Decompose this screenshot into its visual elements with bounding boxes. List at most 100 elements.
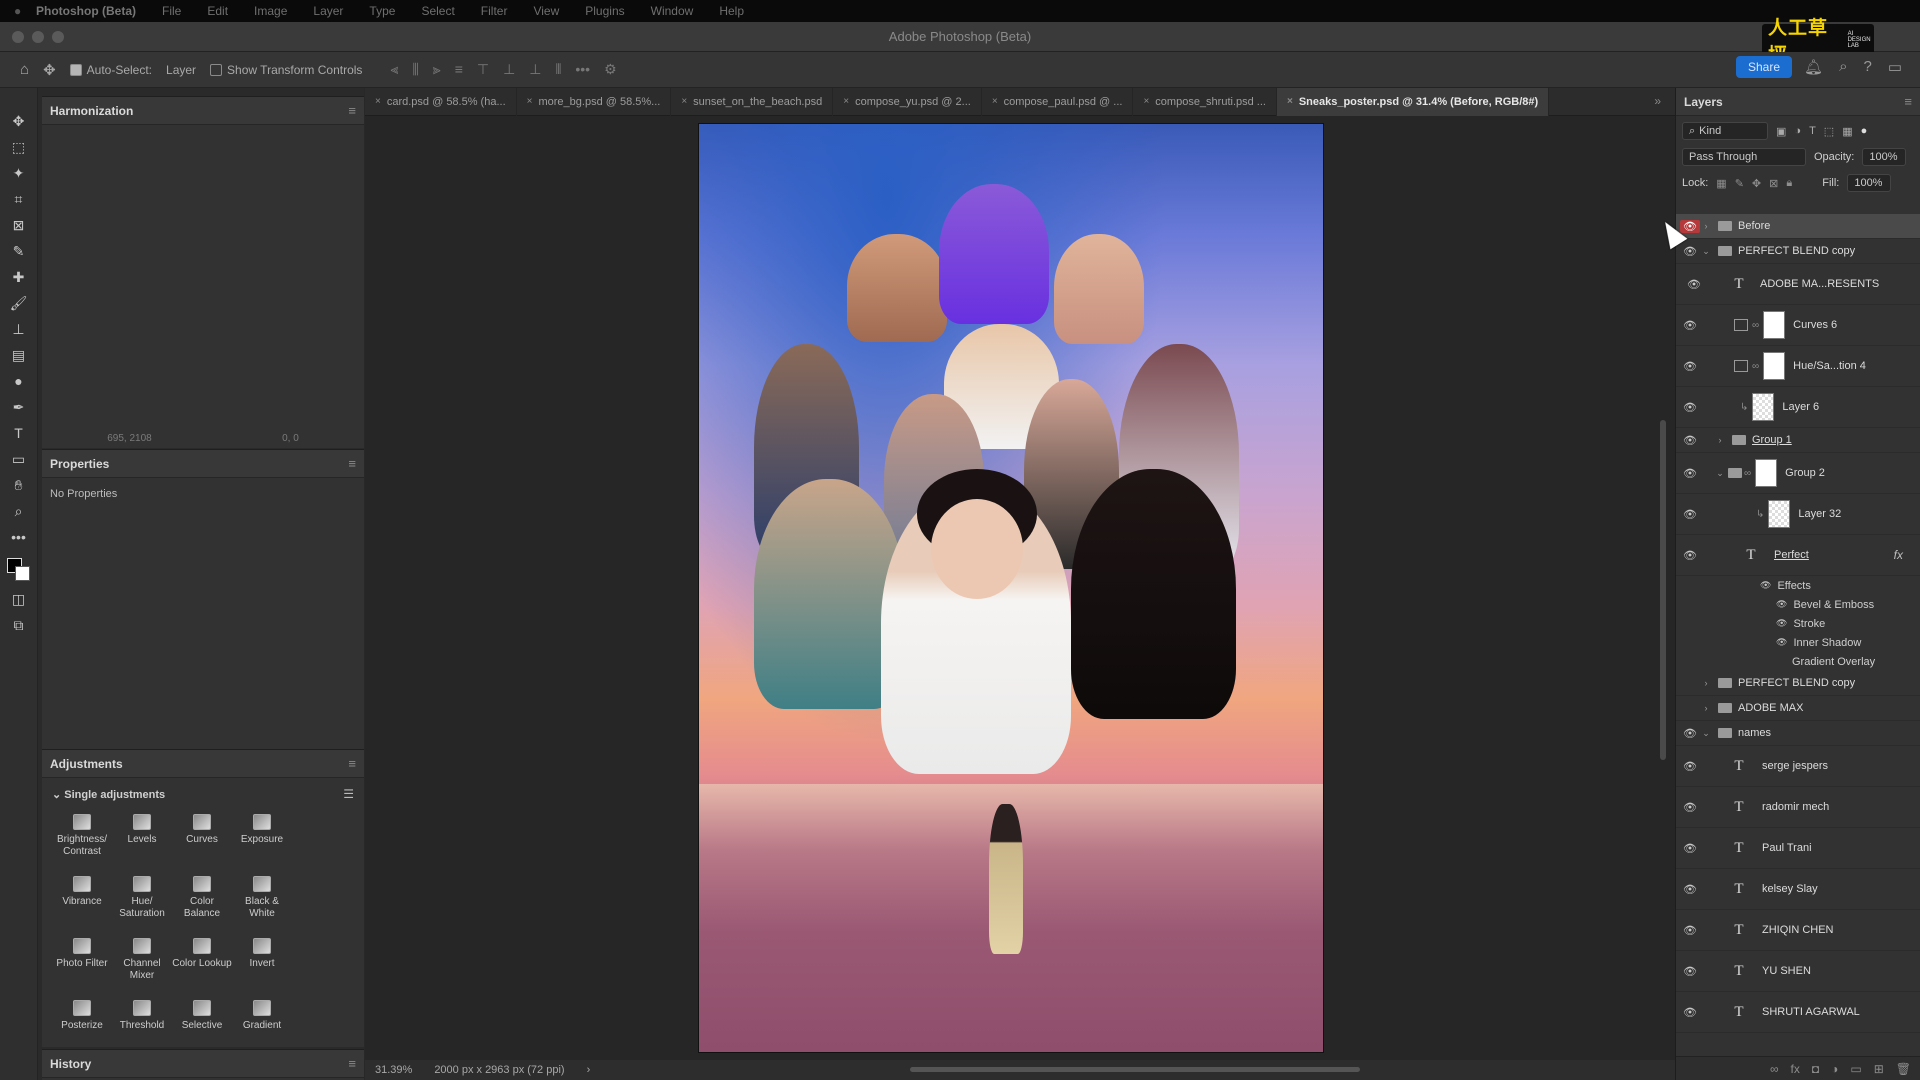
filter-pixel-icon[interactable]: ▣ [1776, 125, 1786, 138]
auto-select-toggle[interactable]: Auto-Select: [69, 63, 152, 77]
show-transform-checkbox[interactable] [210, 64, 223, 77]
workspace-icon[interactable]: ▭ [1888, 58, 1902, 76]
fill-field[interactable]: 100% [1847, 174, 1892, 192]
effect-gradient-overlay[interactable]: Gradient Overlay [1760, 652, 1920, 671]
visibility-eye-icon[interactable]: 👁︎ [1680, 219, 1700, 233]
visibility-eye-icon[interactable]: 👁︎ [1776, 637, 1787, 648]
lock-position-icon[interactable]: ✥ [1752, 177, 1761, 190]
effect-stroke[interactable]: 👁︎ Stroke [1760, 614, 1920, 633]
distribute-v-icon[interactable]: ⫴ [555, 61, 561, 78]
layer-row-adjustment[interactable]: 👁︎ ∞ Curves 6 [1676, 305, 1920, 346]
home-icon[interactable]: ⌂ [20, 61, 29, 78]
visibility-eye-icon[interactable]: 👁︎ [1680, 401, 1700, 414]
visibility-eye-icon[interactable]: 👁︎ [1680, 842, 1700, 855]
layer-row-before[interactable]: 👁︎ › Before [1676, 214, 1920, 239]
adj-threshold[interactable]: Threshold [112, 1000, 172, 1054]
panel-menu-icon[interactable]: ≡ [1904, 94, 1912, 109]
layer-row-group[interactable]: 👁︎ ⌄ PERFECT BLEND copy [1676, 239, 1920, 264]
menu-item-image[interactable]: Image [254, 4, 287, 18]
disclosure-icon[interactable]: › [1700, 678, 1712, 688]
visibility-eye-icon[interactable]: 👁︎ [1776, 599, 1787, 610]
filter-kind-dropdown[interactable]: ⌕ Kind [1682, 122, 1768, 140]
adj-color-balance[interactable]: Color Balance [172, 876, 232, 930]
menu-item-help[interactable]: Help [719, 4, 744, 18]
search-icon[interactable]: ⌕ [1839, 58, 1847, 76]
adj-color-lookup[interactable]: Color Lookup [172, 938, 232, 992]
shape-tool-icon[interactable]: ▭ [7, 450, 31, 468]
align-bottom-icon[interactable]: ⊥ [529, 61, 541, 78]
panel-menu-icon[interactable]: ≡ [348, 456, 356, 471]
adj-selective[interactable]: Selective [172, 1000, 232, 1054]
object-select-tool-icon[interactable]: ✦ [7, 164, 31, 182]
panel-menu-icon[interactable]: ≡ [348, 756, 356, 771]
type-tool-icon[interactable]: T [7, 424, 31, 442]
layer-row-text[interactable]: 👁︎ T kelsey Slay [1676, 869, 1920, 910]
disclosure-icon[interactable]: › [1714, 435, 1726, 445]
horizontal-scrollbar[interactable] [910, 1067, 1360, 1072]
share-button[interactable]: Share [1736, 56, 1792, 78]
close-tab-icon[interactable]: × [375, 96, 381, 107]
layer-row-text[interactable]: 👁︎ T YU SHEN [1676, 951, 1920, 992]
add-style-icon[interactable]: fx [1791, 1062, 1800, 1076]
adj-exposure[interactable]: Exposure [232, 814, 292, 868]
close-window-button[interactable] [12, 31, 24, 43]
disclosure-icon[interactable]: › [1700, 703, 1712, 713]
visibility-eye-icon[interactable]: 👁︎ [1684, 278, 1704, 291]
screen-mode-icon[interactable]: ⧉ [7, 616, 31, 634]
zoom-level[interactable]: 31.39% [375, 1064, 412, 1076]
doc-tab[interactable]: × compose_yu.psd @ 2... [833, 87, 982, 116]
visibility-eye-icon[interactable]: 👁︎ [1680, 727, 1700, 740]
trash-icon[interactable]: 🗑︎ [1896, 1062, 1911, 1076]
layer-row-text[interactable]: 👁︎ T serge jespers [1676, 746, 1920, 787]
layer-row-text[interactable]: 👁︎ T ADOBE MA...RESENTS [1676, 264, 1920, 305]
effect-bevel-emboss[interactable]: 👁︎ Bevel & Emboss [1760, 595, 1920, 614]
menu-item-edit[interactable]: Edit [207, 4, 228, 18]
background-color-swatch[interactable] [14, 566, 30, 581]
layer-row-text[interactable]: 👁︎ T ZHIQIN CHEN [1676, 910, 1920, 951]
close-tab-icon[interactable]: × [1287, 96, 1293, 107]
new-group-icon[interactable]: ▭ [1850, 1062, 1861, 1076]
visibility-eye-icon[interactable]: 👁︎ [1680, 467, 1700, 480]
layer-row-text[interactable]: 👁︎ T Paul Trani [1676, 828, 1920, 869]
filter-adjustment-icon[interactable]: ◑ [1794, 125, 1801, 137]
layer-row-adjustment[interactable]: 👁︎ ∞ Hue/Sa...tion 4 [1676, 346, 1920, 387]
layer-row-group[interactable]: 👁︎ › Group 1 [1676, 428, 1920, 453]
layer-row-text[interactable]: 👁︎ T SHRUTI AGARWAL [1676, 992, 1920, 1033]
adj-gradient[interactable]: Gradient [232, 1000, 292, 1054]
visibility-eye-icon[interactable]: 👁︎ [1680, 360, 1700, 373]
align-left-icon[interactable]: ⫷ [390, 61, 398, 78]
vertical-scrollbar[interactable] [1660, 420, 1666, 760]
hand-tool-icon[interactable]: ✋︎ [7, 476, 31, 494]
show-transform-toggle[interactable]: Show Transform Controls [210, 63, 362, 77]
menu-item-app[interactable]: Photoshop (Beta) [36, 4, 136, 18]
bell-icon[interactable]: 🔔︎ [1804, 58, 1823, 76]
doc-tab[interactable]: × card.psd @ 58.5% (ha... [365, 87, 517, 116]
gradient-tool-icon[interactable]: ▤ [7, 346, 31, 364]
visibility-eye-icon[interactable]: 👁︎ [1760, 580, 1771, 591]
pen-tool-icon[interactable]: ✒ [7, 398, 31, 416]
frame-tool-icon[interactable]: ⊠ [7, 216, 31, 234]
marquee-tool-icon[interactable]: ⬚ [7, 138, 31, 156]
minimize-window-button[interactable] [32, 31, 44, 43]
visibility-eye-icon[interactable]: 👁︎ [1680, 924, 1700, 937]
visibility-eye-icon[interactable]: 👁︎ [1680, 508, 1700, 521]
menu-item-window[interactable]: Window [651, 4, 694, 18]
lock-transparent-icon[interactable]: ▦ [1716, 177, 1726, 190]
move-tool-icon[interactable]: ✥ [43, 61, 56, 79]
gear-icon[interactable]: ⚙ [604, 61, 617, 78]
doc-tab[interactable]: × compose_shruti.psd ... [1133, 87, 1277, 116]
more-tabs-icon[interactable]: » [1654, 94, 1661, 108]
auto-select-checkbox[interactable] [69, 64, 82, 77]
menu-item-type[interactable]: Type [369, 4, 395, 18]
visibility-eye-icon[interactable]: 👁︎ [1680, 801, 1700, 814]
close-tab-icon[interactable]: × [1143, 96, 1149, 107]
disclosure-icon[interactable]: › [1700, 221, 1712, 231]
add-mask-icon[interactable]: ◘ [1812, 1062, 1819, 1076]
align-top-icon[interactable]: ⊤ [477, 61, 489, 78]
new-layer-icon[interactable]: ⊞ [1874, 1062, 1884, 1076]
menu-item-view[interactable]: View [533, 4, 559, 18]
layer-row-pixel[interactable]: 👁︎ ↳ Layer 32 [1676, 494, 1920, 535]
dodge-tool-icon[interactable]: ● [7, 372, 31, 390]
document-canvas[interactable] [698, 123, 1324, 1053]
quick-mask-icon[interactable]: ◫ [7, 590, 31, 608]
